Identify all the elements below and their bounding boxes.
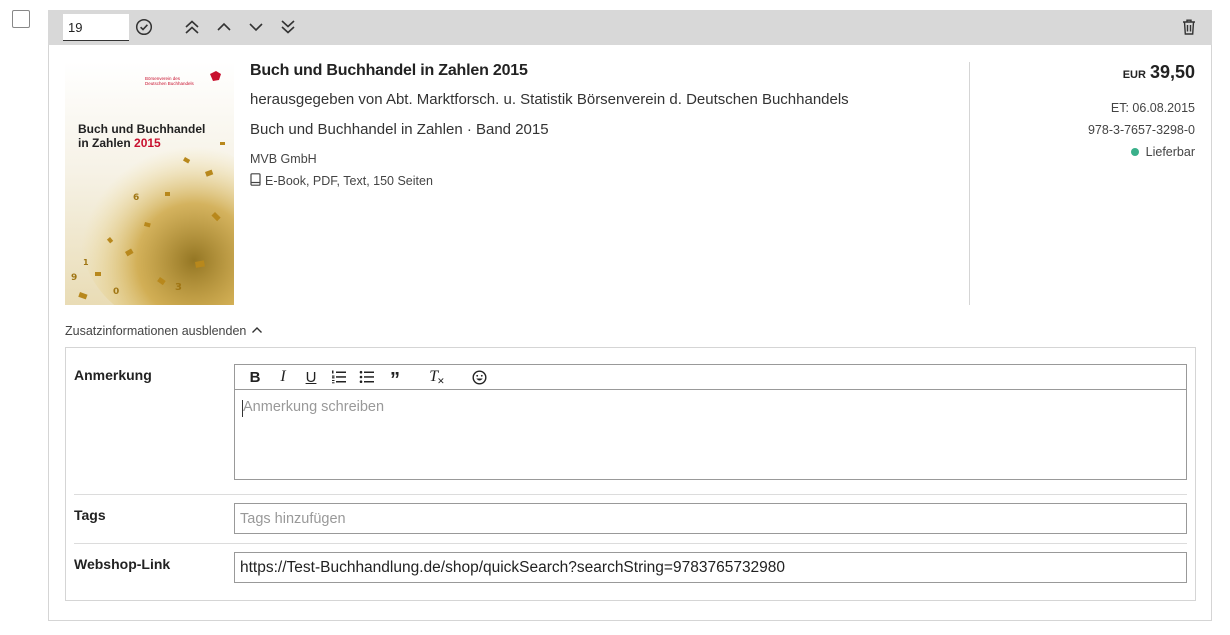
- book-publisher: MVB GmbH: [250, 152, 317, 166]
- double-chevron-down-icon[interactable]: [277, 16, 299, 38]
- chevron-down-icon[interactable]: [245, 16, 267, 38]
- book-series: Buch und Buchhandel in Zahlen · Band 201…: [250, 121, 549, 138]
- toggle-extra-info[interactable]: Zusatzinformationen ausblenden: [65, 324, 263, 338]
- clear-format-button[interactable]: T ✕: [423, 366, 451, 388]
- svg-text:Deutschen Buchhandels: Deutschen Buchhandels: [145, 81, 195, 86]
- cover-title-year: 2015: [134, 136, 161, 150]
- chevron-up-icon: [251, 324, 263, 338]
- divider: [969, 62, 970, 305]
- svg-text:9: 9: [71, 273, 77, 283]
- svg-text:3: 3: [175, 282, 182, 293]
- book-editor: herausgegeben von Abt. Marktforsch. u. S…: [250, 91, 849, 108]
- availability-status: Lieferbar: [1130, 145, 1195, 159]
- tags-input[interactable]: [234, 503, 1187, 534]
- divider: [74, 494, 1187, 495]
- double-chevron-up-icon[interactable]: [181, 16, 203, 38]
- price: EUR 39,50: [1123, 62, 1195, 83]
- italic-button[interactable]: I: [269, 366, 297, 388]
- divider: [74, 543, 1187, 544]
- release-date: ET: 06.08.2015: [1110, 101, 1195, 115]
- tags-label: Tags: [74, 507, 106, 523]
- cover-title-line1: Buch und Buchhandel: [78, 122, 205, 136]
- price-value: 39,50: [1149, 62, 1195, 82]
- text-caret: [242, 400, 243, 417]
- book-format: E-Book, PDF, Text, 150 Seiten: [250, 173, 433, 189]
- ordered-list-icon: [332, 370, 346, 384]
- svg-text:in Zahlen 2015: in Zahlen 2015: [78, 136, 161, 150]
- price-currency: EUR: [1122, 69, 1146, 81]
- availability-text: Lieferbar: [1145, 145, 1195, 159]
- bold-button[interactable]: B: [241, 366, 269, 388]
- svg-text:6: 6: [133, 193, 139, 203]
- svg-text:0: 0: [113, 287, 119, 297]
- note-textarea[interactable]: Anmerkung schreiben: [242, 399, 385, 417]
- emoji-button[interactable]: [465, 366, 493, 388]
- trash-icon[interactable]: [1178, 16, 1200, 38]
- webshop-link-input[interactable]: [234, 552, 1187, 583]
- webshop-link-label: Webshop-Link: [74, 556, 171, 572]
- underline-button[interactable]: U: [297, 366, 325, 388]
- emoji-icon: [471, 369, 487, 385]
- clear-format-icon: T: [429, 368, 439, 385]
- ordered-list-button[interactable]: [325, 366, 353, 388]
- bullet-list-icon: [359, 370, 374, 383]
- position-input[interactable]: [63, 14, 129, 41]
- clear-format-x-icon: ✕: [437, 375, 445, 386]
- book-title[interactable]: Buch und Buchhandel in Zahlen 2015: [250, 62, 528, 80]
- book-cover-image[interactable]: 6 1 9 3 0 Börsenverein des Deutschen Buc…: [65, 62, 234, 305]
- ebook-icon: [250, 173, 261, 189]
- note-editor[interactable]: B I U ” T ✕ Anmerkung schreiben: [234, 364, 1187, 480]
- note-label: Anmerkung: [74, 367, 152, 383]
- book-format-text: E-Book, PDF, Text, 150 Seiten: [265, 174, 433, 188]
- status-dot-icon: [1130, 148, 1139, 156]
- note-placeholder: Anmerkung schreiben: [243, 399, 385, 415]
- editor-toolbar: B I U ” T ✕: [235, 365, 1186, 391]
- bullet-list-button[interactable]: [353, 366, 381, 388]
- svg-text:1: 1: [83, 258, 89, 267]
- check-circle-icon[interactable]: [133, 16, 155, 38]
- blockquote-button[interactable]: ”: [381, 366, 409, 391]
- cover-title-line2: in Zahlen: [78, 136, 131, 150]
- chevron-up-icon[interactable]: [213, 16, 235, 38]
- row-select-checkbox[interactable]: [12, 10, 30, 28]
- toggle-extra-info-label: Zusatzinformationen ausblenden: [65, 324, 247, 338]
- isbn: 978-3-7657-3298-0: [1087, 123, 1195, 137]
